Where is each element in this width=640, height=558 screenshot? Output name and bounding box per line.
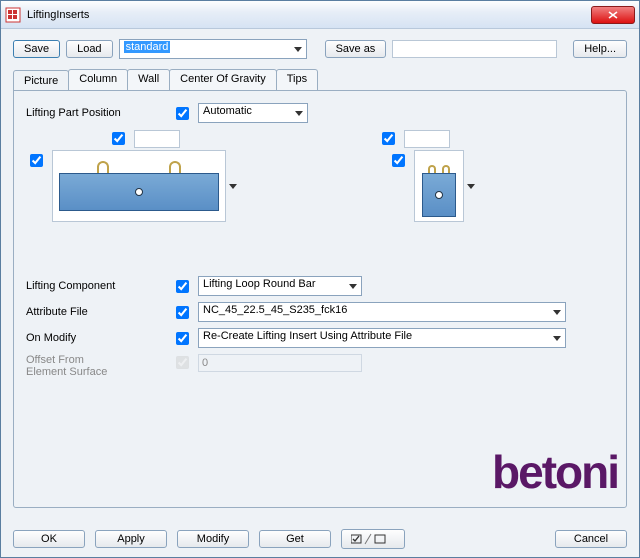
offset-inputs-row <box>26 129 614 148</box>
cancel-button[interactable]: Cancel <box>555 530 627 548</box>
filter-toggle-icon <box>351 533 395 545</box>
tab-column[interactable]: Column <box>68 69 128 90</box>
content-area: Save Load standard Save as Help... Pictu… <box>1 29 639 557</box>
save-as-input[interactable] <box>392 40 557 58</box>
get-button[interactable]: Get <box>259 530 331 548</box>
attribute-file-row: Attribute File NC_45_22.5_45_S235_fck16 <box>26 302 614 322</box>
offset-surface-label: Offset FromElement Surface <box>26 354 166 378</box>
beam-offset-input[interactable] <box>134 130 180 148</box>
lifting-component-checkbox[interactable] <box>176 280 189 293</box>
beam-preview[interactable] <box>52 150 226 222</box>
on-modify-checkbox[interactable] <box>176 332 189 345</box>
save-as-button[interactable]: Save as <box>325 40 387 58</box>
lifting-component-label: Lifting Component <box>26 280 166 292</box>
preset-value: standard <box>124 41 171 53</box>
lifting-position-label: Lifting Part Position <box>26 107 166 119</box>
chevron-down-icon <box>467 184 475 189</box>
ok-button[interactable]: OK <box>13 530 85 548</box>
preset-toolbar: Save Load standard Save as Help... <box>13 39 627 59</box>
close-button[interactable] <box>591 6 635 24</box>
beam-preview-dropdown[interactable] <box>226 150 240 222</box>
on-modify-combo[interactable]: Re-Create Lifting Insert Using Attribute… <box>198 328 566 348</box>
col-offset-checkbox[interactable] <box>382 132 395 145</box>
lifting-component-row: Lifting Component Lifting Loop Round Bar <box>26 276 614 296</box>
col-offset-input[interactable] <box>404 130 450 148</box>
app-icon <box>5 7 21 23</box>
attribute-file-label: Attribute File <box>26 306 166 318</box>
bottom-bar: OK Apply Modify Get Cancel <box>13 529 627 549</box>
preset-combo[interactable]: standard <box>119 39 307 59</box>
beam-offset-checkbox[interactable] <box>112 132 125 145</box>
attribute-file-checkbox[interactable] <box>176 306 189 319</box>
help-button[interactable]: Help... <box>573 40 627 58</box>
brand-logo: betoni <box>492 445 618 499</box>
tab-picture[interactable]: Picture <box>13 70 69 91</box>
beam-preview-checkbox[interactable] <box>30 154 43 167</box>
lifting-position-combo[interactable]: Automatic <box>198 103 308 123</box>
lifting-component-combo[interactable]: Lifting Loop Round Bar <box>198 276 362 296</box>
tab-wall[interactable]: Wall <box>127 69 170 90</box>
on-modify-label: On Modify <box>26 332 166 344</box>
col-preview-checkbox[interactable] <box>392 154 405 167</box>
load-button[interactable]: Load <box>66 40 112 58</box>
chevron-down-icon <box>229 184 237 189</box>
offset-surface-checkbox <box>176 356 189 369</box>
close-icon <box>608 11 618 19</box>
filter-toggle[interactable] <box>341 529 405 549</box>
lifting-position-checkbox[interactable] <box>176 107 189 120</box>
tab-cog[interactable]: Center Of Gravity <box>169 69 277 90</box>
tab-body: Lifting Part Position Automatic <box>13 90 627 508</box>
attribute-file-combo[interactable]: NC_45_22.5_45_S235_fck16 <box>198 302 566 322</box>
preview-row <box>26 150 614 222</box>
tab-tips[interactable]: Tips <box>276 69 318 90</box>
titlebar: LiftingInserts <box>1 1 639 29</box>
dialog-window: LiftingInserts Save Load standard Save a… <box>0 0 640 558</box>
modify-button[interactable]: Modify <box>177 530 249 548</box>
offset-surface-input <box>198 354 362 372</box>
apply-button[interactable]: Apply <box>95 530 167 548</box>
window-title: LiftingInserts <box>27 9 591 21</box>
column-preview-dropdown[interactable] <box>464 150 478 222</box>
save-button[interactable]: Save <box>13 40 60 58</box>
on-modify-row: On Modify Re-Create Lifting Insert Using… <box>26 328 614 348</box>
offset-surface-row: Offset FromElement Surface <box>26 354 614 378</box>
column-preview[interactable] <box>414 150 464 222</box>
tab-strip: Picture Column Wall Center Of Gravity Ti… <box>13 69 627 90</box>
lifting-position-row: Lifting Part Position Automatic <box>26 103 614 123</box>
